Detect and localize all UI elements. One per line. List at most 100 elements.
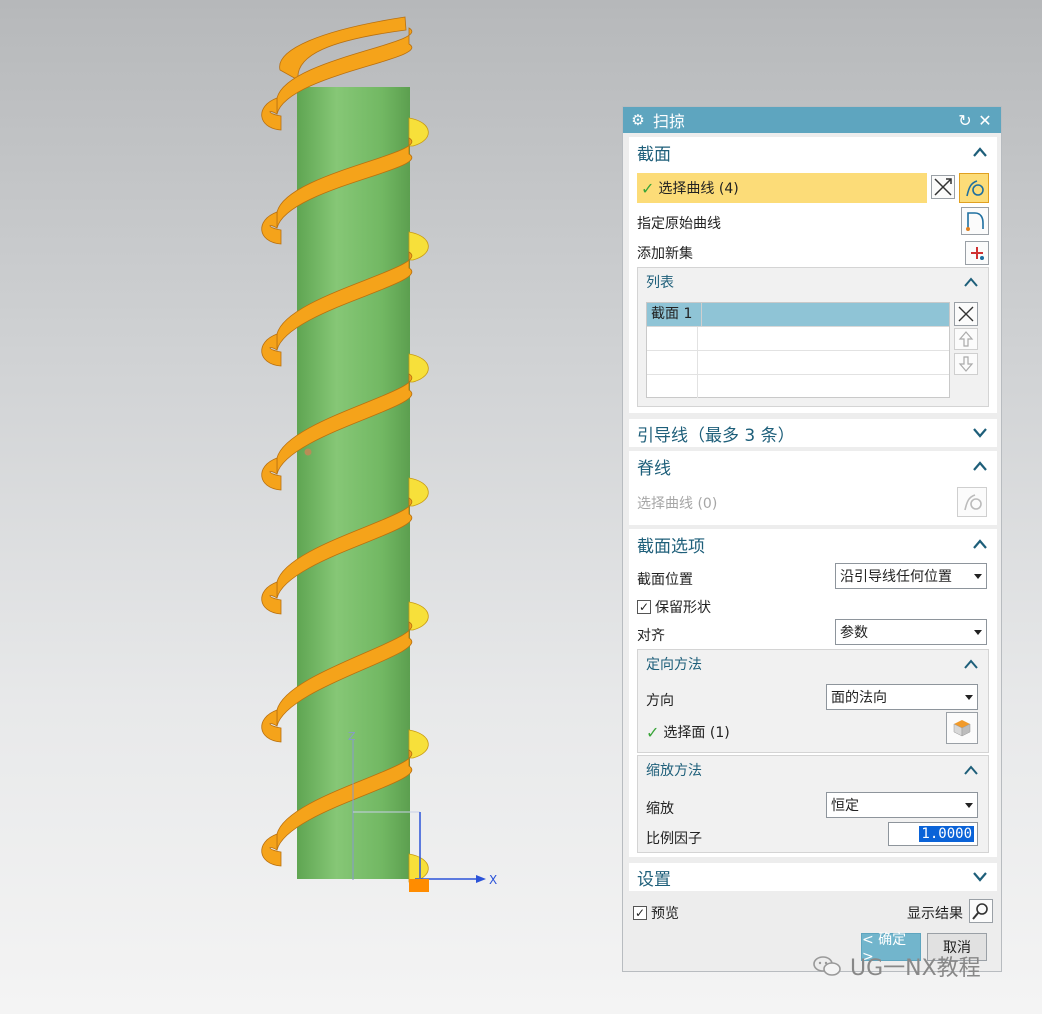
watermark: UG一NX教程	[812, 950, 981, 982]
helix-turn-face	[408, 853, 429, 883]
chevron-down-icon	[974, 629, 982, 635]
show-result-row[interactable]: 显示结果	[907, 903, 963, 923]
guides-header[interactable]: 引导线（最多 3 条）	[629, 419, 997, 447]
settings-header[interactable]: 设置	[629, 863, 997, 891]
preview-checkbox[interactable]: ✓	[633, 906, 647, 920]
spine-title: 脊线	[637, 458, 671, 479]
preview-row[interactable]: ✓ 预览	[633, 903, 679, 923]
direction-value: 面的法向	[831, 690, 887, 706]
orientation-header[interactable]: 定向方法	[638, 650, 988, 678]
spine-header[interactable]: 脊线	[629, 451, 997, 481]
scale-label: 缩放	[646, 801, 674, 817]
settings-title: 设置	[637, 869, 671, 890]
curve-select-icon[interactable]	[959, 173, 989, 203]
spine-curve-select-icon[interactable]	[957, 487, 987, 517]
orientation-title: 定向方法	[646, 657, 702, 673]
preserve-shape-label: 保留形状	[655, 600, 711, 616]
magnifier-icon[interactable]	[969, 899, 993, 923]
preserve-shape-checkbox[interactable]: ✓	[637, 600, 651, 614]
remove-button[interactable]	[954, 302, 978, 326]
chevron-down-icon	[974, 573, 982, 579]
chevron-up-icon[interactable]	[962, 655, 980, 673]
select-face-label: 选择面 (1)	[663, 725, 730, 741]
align-label: 对齐	[637, 628, 665, 644]
face-select-icon[interactable]	[946, 712, 978, 744]
add-new-set-label: 添加新集	[637, 246, 693, 262]
ratio-field[interactable]: 1.0000	[888, 822, 978, 846]
align-value: 参数	[840, 625, 868, 641]
list-title: 列表	[646, 275, 674, 291]
section-header[interactable]: 截面	[629, 137, 997, 167]
chevron-down-icon[interactable]	[971, 868, 989, 886]
move-up-button[interactable]	[954, 328, 978, 350]
add-set-button[interactable]	[965, 241, 989, 265]
ratio-row: 比例因子	[646, 828, 702, 848]
orientation-panel: 定向方法 方向 面的法向 ✓ 选择面 (1)	[637, 649, 989, 753]
chevron-up-icon[interactable]	[971, 535, 989, 553]
section-panel: 截面 ✓ 选择曲线 (4) 指定原始曲线 添加新集 列表 截面 1	[629, 137, 997, 413]
section-options-panel: 截面选项 截面位置 沿引导线任何位置 ✓ 保留形状 对齐 参数 定向方法 方向 …	[629, 529, 997, 857]
axis-x-label: X	[489, 873, 497, 887]
section-position-value: 沿引导线任何位置	[840, 569, 952, 585]
chevron-down-icon[interactable]	[971, 424, 989, 442]
ratio-label: 比例因子	[646, 831, 702, 847]
settings-panel: 设置	[629, 863, 997, 891]
scale-row: 缩放	[646, 798, 674, 818]
chevron-up-icon[interactable]	[962, 273, 980, 291]
dialog-title: 扫掠	[653, 112, 686, 131]
list-header[interactable]: 列表	[638, 268, 988, 296]
specify-original-curve-label: 指定原始曲线	[637, 216, 721, 232]
list-table: 截面 1	[646, 302, 950, 398]
chevron-up-icon[interactable]	[962, 761, 980, 779]
direction-label: 方向	[646, 693, 674, 709]
select-face-row[interactable]: ✓ 选择面 (1)	[646, 722, 730, 742]
original-curve-button[interactable]	[961, 207, 989, 235]
check-icon: ✓	[646, 722, 660, 742]
select-curve-row[interactable]: ✓ 选择曲线 (4)	[637, 173, 927, 203]
move-down-button[interactable]	[954, 353, 978, 375]
table-row[interactable]: 截面 1	[647, 303, 949, 327]
align-select[interactable]: 参数	[835, 619, 987, 645]
direction-select[interactable]: 面的法向	[826, 684, 978, 710]
list-panel: 列表 截面 1	[637, 267, 989, 407]
section-position-select[interactable]: 沿引导线任何位置	[835, 563, 987, 589]
scale-value: 恒定	[831, 798, 859, 814]
table-row[interactable]	[647, 351, 949, 375]
dialog-titlebar: ⚙ 扫掠 ↻ ✕	[623, 107, 1001, 133]
table-cell-name	[647, 375, 698, 398]
ratio-value: 1.0000	[919, 826, 974, 842]
gear-icon[interactable]: ⚙	[629, 111, 647, 129]
check-icon: ✓	[641, 178, 655, 198]
section-title: 截面	[637, 144, 671, 165]
table-cell-value	[702, 303, 949, 326]
table-row[interactable]	[647, 327, 949, 351]
scaling-header[interactable]: 缩放方法	[638, 756, 988, 784]
preserve-shape-row[interactable]: ✓ 保留形状	[637, 597, 711, 617]
chevron-down-icon	[965, 802, 973, 808]
table-row[interactable]	[647, 375, 949, 398]
scale-select[interactable]: 恒定	[826, 792, 978, 818]
chevron-up-icon[interactable]	[971, 143, 989, 161]
section-options-header[interactable]: 截面选项	[629, 529, 997, 559]
scaling-panel: 缩放方法 缩放 恒定 比例因子 1.0000	[637, 755, 989, 853]
section-options-title: 截面选项	[637, 536, 705, 557]
wechat-icon	[812, 955, 842, 977]
reverse-direction-button[interactable]	[931, 175, 955, 199]
add-new-set-row: 添加新集	[637, 243, 693, 263]
sweep-dialog: ⚙ 扫掠 ↻ ✕ 截面 ✓ 选择曲线 (4) 指定原始曲线 添加新集 列表 截面…	[622, 106, 1002, 972]
spine-panel: 脊线 选择曲线 (0)	[629, 451, 997, 525]
close-icon[interactable]: ✕	[975, 111, 995, 130]
watermark-text: UG一NX教程	[850, 956, 981, 981]
reset-icon[interactable]: ↻	[955, 111, 975, 130]
spine-select-curve-row[interactable]: 选择曲线 (0)	[637, 493, 717, 513]
csys-origin[interactable]	[409, 879, 429, 892]
section-position-label: 截面位置	[637, 572, 693, 588]
guides-title: 引导线（最多 3 条）	[637, 425, 795, 446]
show-result-label: 显示结果	[907, 906, 963, 922]
chevron-up-icon[interactable]	[971, 457, 989, 475]
select-curve-label: 选择曲线 (4)	[658, 181, 739, 197]
specify-original-curve-row: 指定原始曲线	[637, 213, 721, 233]
axis-z-label: Z	[348, 730, 356, 743]
section-position-row: 截面位置	[637, 569, 693, 589]
direction-row: 方向	[646, 690, 674, 710]
